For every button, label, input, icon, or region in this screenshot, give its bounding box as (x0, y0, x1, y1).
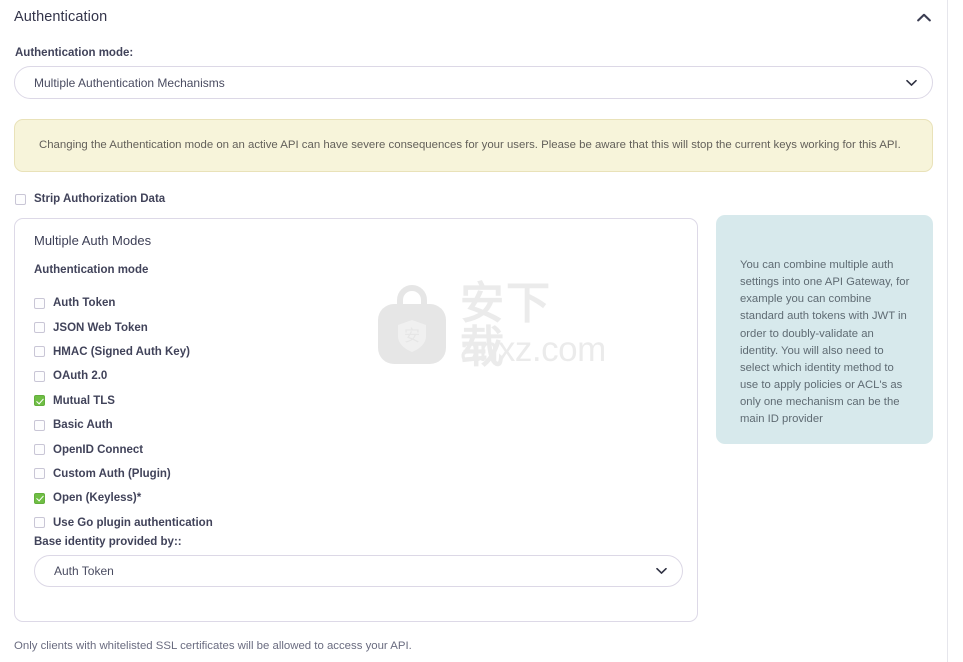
ssl-whitelist-note: Only clients with whitelisted SSL certif… (14, 640, 412, 652)
checkbox[interactable] (34, 297, 45, 309)
multi-auth-info-text: You can combine multiple auth settings i… (740, 259, 910, 426)
option-label[interactable]: Auth Token (53, 297, 115, 309)
authentication-mode-subtitle: Authentication mode (34, 264, 149, 276)
strip-authorization-data-label[interactable]: Strip Authorization Data (34, 193, 165, 205)
option-label[interactable]: Mutual TLS (53, 395, 115, 407)
checkbox[interactable] (34, 419, 45, 431)
chevron-up-icon[interactable] (915, 8, 933, 26)
auth-mode-option-basic-auth[interactable]: Basic Auth (34, 413, 213, 437)
auth-mode-option-hmac[interactable]: HMAC (Signed Auth Key) (34, 340, 213, 364)
auth-mode-warning-text: Changing the Authentication mode on an a… (39, 138, 901, 151)
checkbox[interactable] (34, 517, 45, 529)
base-identity-select-value[interactable]: Auth Token (34, 555, 683, 587)
auth-mode-option-open-keyless[interactable]: Open (Keyless)* (34, 486, 213, 510)
auth-mode-option-custom-auth-plugin[interactable]: Custom Auth (Plugin) (34, 462, 213, 486)
checkbox[interactable] (34, 370, 45, 382)
auth-mode-option-json-web-token[interactable]: JSON Web Token (34, 315, 213, 339)
checkbox[interactable] (34, 346, 45, 358)
auth-mode-warning-banner: Changing the Authentication mode on an a… (14, 119, 933, 172)
scrollbar-gutter[interactable] (947, 0, 963, 662)
checkbox[interactable] (34, 468, 45, 480)
auth-mode-select-value[interactable]: Multiple Authentication Mechanisms (14, 66, 933, 99)
checkbox[interactable] (34, 322, 45, 334)
option-label[interactable]: OpenID Connect (53, 444, 143, 456)
auth-mode-option-go-plugin[interactable]: Use Go plugin authentication (34, 511, 213, 535)
option-label[interactable]: Use Go plugin authentication (53, 517, 213, 529)
checkbox[interactable] (34, 395, 45, 407)
auth-mode-option-mutual-tls[interactable]: Mutual TLS (34, 389, 213, 413)
multiple-auth-modes-card: Multiple Auth Modes Authentication mode … (14, 218, 698, 622)
base-identity-label: Base identity provided by:: (34, 536, 182, 548)
option-label[interactable]: Basic Auth (53, 419, 113, 431)
option-label[interactable]: HMAC (Signed Auth Key) (53, 346, 190, 358)
option-label[interactable]: Custom Auth (Plugin) (53, 468, 171, 480)
option-label[interactable]: OAuth 2.0 (53, 370, 107, 382)
option-label[interactable]: JSON Web Token (53, 322, 148, 334)
authentication-section: Authentication Authentication mode: Mult… (0, 0, 947, 662)
strip-authorization-data-row[interactable]: Strip Authorization Data (15, 193, 165, 205)
option-label[interactable]: Open (Keyless)* (53, 492, 141, 504)
auth-mode-option-auth-token[interactable]: Auth Token (34, 291, 213, 315)
page-root: Authentication Authentication mode: Mult… (0, 0, 963, 662)
auth-mode-select[interactable]: Multiple Authentication Mechanisms (14, 66, 933, 99)
page-title: Authentication (14, 9, 108, 25)
auth-mode-option-oauth2[interactable]: OAuth 2.0 (34, 364, 213, 388)
base-identity-select[interactable]: Auth Token (34, 555, 683, 587)
auth-mode-checkbox-list: Auth Token JSON Web Token HMAC (Signed A… (34, 291, 213, 535)
section-header: Authentication (14, 4, 933, 30)
multiple-auth-modes-title: Multiple Auth Modes (34, 233, 152, 248)
checkbox[interactable] (34, 444, 45, 456)
auth-mode-label: Authentication mode: (15, 47, 134, 59)
strip-authorization-data-checkbox[interactable] (15, 193, 26, 205)
checkbox[interactable] (34, 492, 45, 504)
multi-auth-info-box: You can combine multiple auth settings i… (716, 215, 933, 444)
auth-mode-option-openid-connect[interactable]: OpenID Connect (34, 437, 213, 461)
